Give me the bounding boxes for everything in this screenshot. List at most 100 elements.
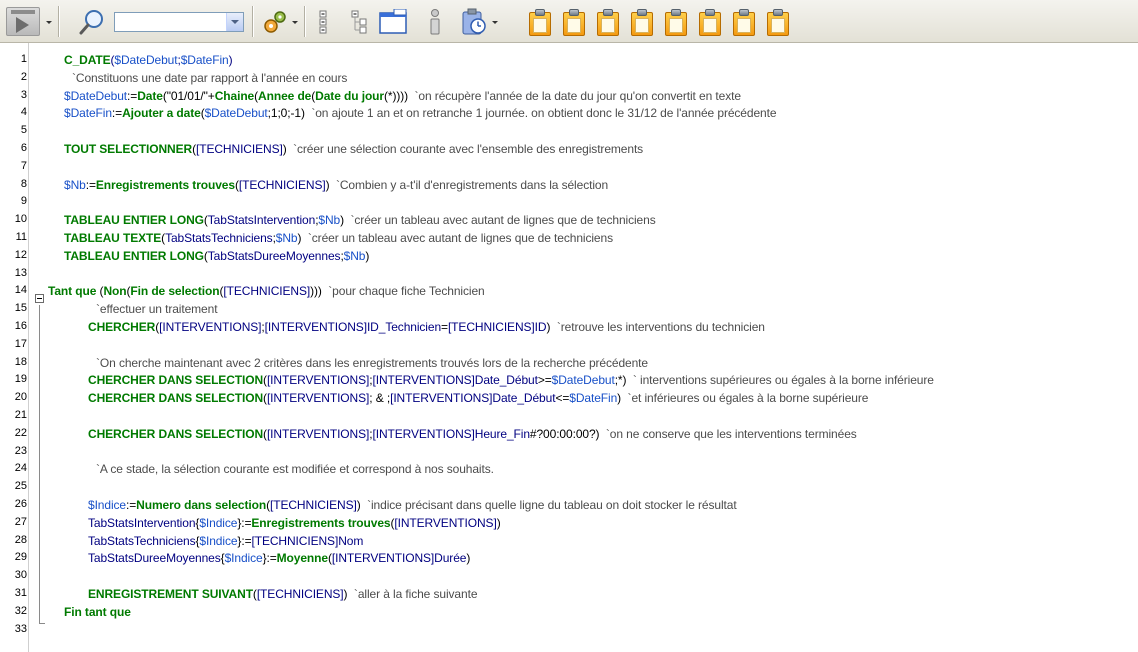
info-icon[interactable] [425, 8, 445, 36]
table-token: ) [228, 53, 233, 67]
clipboard-3-button[interactable] [596, 9, 620, 37]
comment-token: `On cherche maintenant avec 2 critères d… [96, 355, 648, 370]
clipboard-clock-icon[interactable] [460, 8, 488, 36]
collapse-all-icon[interactable] [350, 10, 372, 34]
line-number: 33 [14, 622, 27, 635]
method-editor[interactable]: 1 2 3 4 5 6 7 8 9 10 11 12 13 14 15 16 17 18 19 20 21 22 23 24 2… [0, 43, 1138, 652]
variable-token: $DateDebut [114, 53, 178, 67]
operator-token: (*)))) [383, 88, 415, 103]
code-line[interactable]: $DateFin:=Ajouter a date($DateDebut;1;0;… [64, 106, 777, 121]
clipboard-dropdown-arrow-icon[interactable] [492, 21, 498, 24]
clipboard-4-button[interactable] [630, 9, 654, 37]
line-number: 15 [14, 302, 27, 315]
search-combo-dropdown-button[interactable] [226, 13, 243, 31]
clipboard-2-button[interactable] [562, 9, 586, 37]
line-number: 11 [15, 231, 27, 243]
code-line[interactable]: TABLEAU ENTIER LONG(TabStatsIntervention… [64, 213, 656, 227]
clipboard-7-button[interactable] [732, 9, 756, 37]
operator-token: >= [537, 373, 552, 388]
command-token: Moyenne [276, 551, 328, 566]
operator-token: ; & ; [369, 391, 391, 406]
table-token: TabStatsDureeMoyennes [88, 551, 221, 566]
operator-token: ) [356, 498, 368, 512]
clipboard-clip [739, 9, 749, 16]
search-combo[interactable] [114, 12, 244, 32]
gear-icon[interactable] [262, 9, 288, 35]
code-line[interactable]: `On cherche maintenant avec 2 critères d… [96, 356, 648, 370]
code-line[interactable]: TABLEAU ENTIER LONG(TabStatsDureeMoyenne… [64, 249, 369, 263]
code-line[interactable]: C_DATE($DateDebut;$DateFin) [64, 53, 233, 67]
clipboard-8-button[interactable] [766, 9, 790, 37]
code-line[interactable]: TabStatsIntervention{$Indice}:=Enregistr… [88, 516, 501, 530]
line-number: 29 [14, 551, 27, 564]
fold-end-marker [39, 623, 45, 624]
code-line[interactable]: Tant que (Non(Fin de selection([TECHNICI… [48, 284, 485, 298]
code-line[interactable]: `A ce stade, la sélection courante est m… [96, 462, 494, 476]
clipboard-paper [601, 18, 615, 33]
code-line[interactable]: $Nb:=Enregistrements trouves([TECHNICIEN… [64, 178, 608, 192]
command-token: TABLEAU TEXTE [64, 231, 162, 245]
command-token: Enregistrements trouves [95, 177, 235, 192]
toolbar-separator [252, 6, 254, 37]
code-line[interactable]: TOUT SELECTIONNER([TECHNICIENS]) `créer … [64, 142, 643, 156]
expand-all-icon[interactable] [318, 10, 332, 34]
code-line[interactable]: ENREGISTREMENT SUIVANT([TECHNICIENS]) `a… [88, 587, 477, 601]
comment-token: `on récupère l'année de la date du jour … [414, 88, 742, 103]
code-line[interactable]: $DateDebut:=Date("01/01/"+Chaine(Annee d… [64, 89, 741, 103]
operator-token: ) [365, 248, 370, 263]
clipboard-5-button[interactable] [664, 9, 688, 37]
code-line[interactable]: CHERCHER DANS SELECTION([INTERVENTIONS];… [88, 373, 934, 387]
clipboard-6-button[interactable] [698, 9, 722, 37]
clipboard-1-button[interactable] [528, 9, 552, 37]
magnifier-icon[interactable] [78, 8, 106, 36]
comment-token: `on ajoute 1 an et on retranche 1 journé… [311, 106, 777, 121]
command-token: Date [137, 88, 163, 103]
operator-token: ;*) [614, 373, 633, 388]
table-token: [INTERVENTIONS]ID_Technicien [264, 320, 442, 334]
code-line[interactable]: CHERCHER DANS SELECTION([INTERVENTIONS];… [88, 427, 857, 441]
line-number: 4 [20, 106, 27, 119]
command-token: Non [103, 284, 127, 299]
form-window-icon[interactable] [378, 9, 408, 35]
code-line[interactable]: TABLEAU TEXTE(TabStatsTechniciens;$Nb) `… [64, 231, 613, 245]
operator-token: := [126, 498, 137, 512]
code-line[interactable]: TabStatsDureeMoyennes{$Indice}:=Moyenne(… [88, 551, 470, 565]
line-number: 26 [14, 498, 27, 510]
command-token: CHERCHER DANS SELECTION [88, 426, 264, 441]
operator-token: ) [325, 177, 336, 192]
command-token: CHERCHER DANS SELECTION [88, 373, 264, 388]
code-line[interactable]: TabStatsTechniciens{$Indice}:=[TECHNICIE… [88, 534, 363, 548]
code-line[interactable]: CHERCHER DANS SELECTION([INTERVENTIONS];… [88, 391, 868, 405]
gear-dropdown-arrow-icon[interactable] [292, 21, 298, 24]
run-method-button[interactable] [6, 7, 40, 36]
comment-token: `Constituons une date par rapport à l'an… [72, 70, 348, 85]
table-token: [INTERVENTIONS] [159, 320, 262, 334]
line-number: 24 [14, 462, 27, 475]
code-line[interactable]: Fin tant que [64, 605, 131, 619]
operator-token: := [127, 88, 138, 103]
line-number: 31 [14, 587, 27, 599]
code-line[interactable]: `effectuer un traitement [96, 302, 218, 316]
table-token: [TECHNICIENS]Nom [251, 533, 364, 548]
clipboard-paper [533, 18, 547, 33]
table-token: [TECHNICIENS] [223, 284, 311, 299]
variable-token: $DateDebut [551, 373, 615, 388]
toolbar-separator [58, 6, 60, 37]
run-dropdown-arrow-icon[interactable] [46, 21, 52, 24]
comment-token: `créer une sélection courante avec l'ens… [293, 142, 644, 156]
line-number: 20 [14, 391, 27, 404]
variable-token: $DateDebut [204, 106, 268, 121]
code-line[interactable]: CHERCHER([INTERVENTIONS];[INTERVENTIONS]… [88, 320, 765, 334]
command-token: Enregistrements trouves [251, 515, 391, 530]
play-icon [16, 17, 29, 33]
variable-token: $DateDebut [64, 88, 128, 103]
comment-token: `créer un tableau avec autant de lignes … [350, 213, 656, 228]
line-number: 27 [14, 515, 27, 528]
code-line[interactable]: `Constituons une date par rapport à l'an… [72, 71, 347, 85]
code-line[interactable]: $Indice:=Numero dans selection([TECHNICI… [88, 498, 737, 512]
fold-collapse-icon[interactable] [35, 294, 44, 303]
operator-token: }:= [237, 533, 252, 548]
table-token: [INTERVENTIONS] [266, 391, 370, 406]
table-token: [INTERVENTIONS]Heure_Fin [372, 426, 530, 441]
comment-token: `aller à la fiche suivante [353, 587, 478, 601]
